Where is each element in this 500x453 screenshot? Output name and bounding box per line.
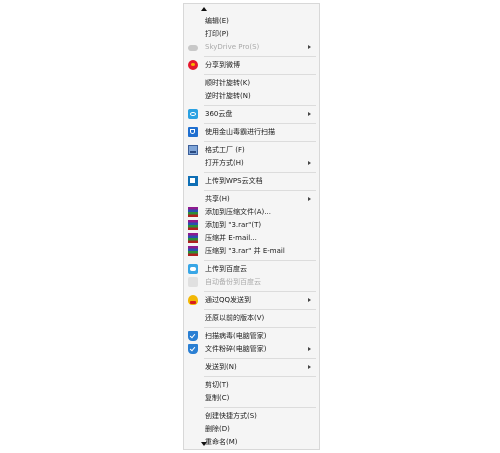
menu-item-label: 共享(H)	[205, 195, 230, 203]
menu-separator	[204, 309, 316, 310]
baidu-backup-icon	[188, 277, 198, 287]
menu-item-compress-rar-email[interactable]: 压缩到 "3.rar" 并 E-mail	[184, 245, 319, 258]
menu-item-upload-wps[interactable]: 上传到WPS云文档	[184, 175, 319, 188]
menu-separator	[204, 376, 316, 377]
menu-item-label: 添加到压缩文件(A)...	[205, 208, 271, 216]
menu-item-print[interactable]: 打印(P)	[184, 28, 319, 41]
menu-item-send-via-qq[interactable]: 通过QQ发送到	[184, 294, 319, 307]
submenu-arrow-icon	[308, 45, 311, 49]
menu-item-edit[interactable]: 编辑(E)	[184, 15, 319, 28]
format-factory-icon	[188, 145, 198, 155]
menu-item-label: 压缩并 E-mail...	[205, 234, 257, 242]
menu-item-label: 还原以前的版本(V)	[205, 314, 265, 322]
winrar-icon	[188, 207, 198, 217]
menu-item-label: 创建快捷方式(S)	[205, 412, 257, 420]
menu-item-shred-file[interactable]: 文件粉碎(电脑管家)	[184, 343, 319, 356]
menu-item-add-archive[interactable]: 添加到压缩文件(A)...	[184, 206, 319, 219]
menu-item-label: 编辑(E)	[205, 17, 229, 25]
menu-item-restore-previous[interactable]: 还原以前的版本(V)	[184, 312, 319, 325]
winrar-icon	[188, 220, 198, 230]
baidu-cloud-icon	[188, 264, 198, 274]
menu-item-share-weibo[interactable]: 分享到微博	[184, 59, 319, 72]
menu-item-format-factory[interactable]: 格式工厂 (F)	[184, 144, 319, 157]
submenu-arrow-icon	[308, 298, 311, 302]
kingsoft-antivirus-icon	[188, 127, 198, 137]
winrar-icon	[188, 233, 198, 243]
menu-item-label: 通过QQ发送到	[205, 296, 252, 304]
submenu-arrow-icon	[308, 161, 311, 165]
menu-item-label: 扫描病毒(电脑管家)	[205, 332, 267, 340]
menu-item-compress-email[interactable]: 压缩并 E-mail...	[184, 232, 319, 245]
menu-item-scan-virus[interactable]: 扫描病毒(电脑管家)	[184, 330, 319, 343]
menu-separator	[204, 123, 316, 124]
menu-item-label: 复制(C)	[205, 394, 230, 402]
qq-penguin-icon	[188, 295, 198, 305]
submenu-arrow-icon	[308, 365, 311, 369]
menu-item-label: 压缩到 "3.rar" 并 E-mail	[205, 247, 285, 255]
menu-item-label: 打开方式(H)	[205, 159, 244, 167]
menu-item-label: 删除(D)	[205, 425, 230, 433]
menu-item-auto-backup-baidu[interactable]: 自动备份到百度云	[184, 276, 319, 289]
menu-item-rotate-ccw[interactable]: 逆时针旋转(N)	[184, 90, 319, 103]
menu-separator	[204, 105, 316, 106]
menu-item-label: 添加到 "3.rar"(T)	[205, 221, 262, 229]
menu-item-cut[interactable]: 剪切(T)	[184, 379, 319, 392]
scroll-up-arrow-icon[interactable]	[201, 7, 207, 11]
menu-item-copy[interactable]: 复制(C)	[184, 392, 319, 405]
menu-item-open-with[interactable]: 打开方式(H)	[184, 157, 319, 170]
menu-item-label: 文件粉碎(电脑管家)	[205, 345, 267, 353]
menu-separator	[204, 74, 316, 75]
menu-separator	[204, 141, 316, 142]
pc-manager-shield-icon	[188, 331, 198, 341]
submenu-arrow-icon	[308, 197, 311, 201]
context-menu: 编辑(E) 打印(P) SkyDrive Pro(S) 分享到微博 顺时针旋转(…	[183, 3, 320, 450]
menu-item-delete[interactable]: 删除(D)	[184, 423, 319, 436]
menu-item-label: 上传到WPS云文档	[205, 177, 263, 185]
menu-item-label: 打印(P)	[205, 30, 229, 38]
menu-separator	[204, 172, 316, 173]
pc-manager-shield-icon	[188, 344, 198, 354]
menu-item-label: 使用金山毒霸进行扫描	[205, 128, 275, 136]
menu-item-label: 自动备份到百度云	[205, 278, 261, 286]
menu-item-label: 发送到(N)	[205, 363, 237, 371]
menu-item-label: 360云盘	[205, 110, 233, 118]
menu-item-label: 分享到微博	[205, 61, 240, 69]
menu-item-label: 重命名(M)	[205, 438, 238, 446]
menu-item-label: 剪切(T)	[205, 381, 229, 389]
menu-item-360-cloud[interactable]: 360云盘	[184, 108, 319, 121]
menu-separator	[204, 190, 316, 191]
menu-separator	[204, 407, 316, 408]
menu-separator	[204, 327, 316, 328]
menu-item-rotate-cw[interactable]: 顺时针旋转(K)	[184, 77, 319, 90]
weibo-icon	[188, 60, 198, 70]
submenu-arrow-icon	[308, 112, 311, 116]
winrar-icon	[188, 246, 198, 256]
menu-separator	[204, 291, 316, 292]
menu-item-label: 格式工厂 (F)	[205, 146, 245, 154]
menu-item-add-to-rar[interactable]: 添加到 "3.rar"(T)	[184, 219, 319, 232]
menu-item-create-shortcut[interactable]: 创建快捷方式(S)	[184, 410, 319, 423]
menu-item-kingsoft-scan[interactable]: 使用金山毒霸进行扫描	[184, 126, 319, 139]
menu-item-label: 逆时针旋转(N)	[205, 92, 251, 100]
360-cloud-icon	[188, 109, 198, 119]
menu-separator	[204, 358, 316, 359]
submenu-arrow-icon	[308, 347, 311, 351]
scroll-down-arrow-icon[interactable]	[201, 442, 207, 446]
menu-separator	[204, 260, 316, 261]
menu-item-share[interactable]: 共享(H)	[184, 193, 319, 206]
menu-item-label: 顺时针旋转(K)	[205, 79, 251, 87]
menu-item-label: SkyDrive Pro(S)	[205, 43, 260, 51]
cloud-icon	[188, 45, 198, 51]
menu-item-upload-baidu[interactable]: 上传到百度云	[184, 263, 319, 276]
menu-item-skydrive[interactable]: SkyDrive Pro(S)	[184, 41, 319, 54]
menu-item-send-to[interactable]: 发送到(N)	[184, 361, 319, 374]
wps-cloud-icon	[188, 176, 198, 186]
menu-item-label: 上传到百度云	[205, 265, 247, 273]
menu-separator	[204, 56, 316, 57]
